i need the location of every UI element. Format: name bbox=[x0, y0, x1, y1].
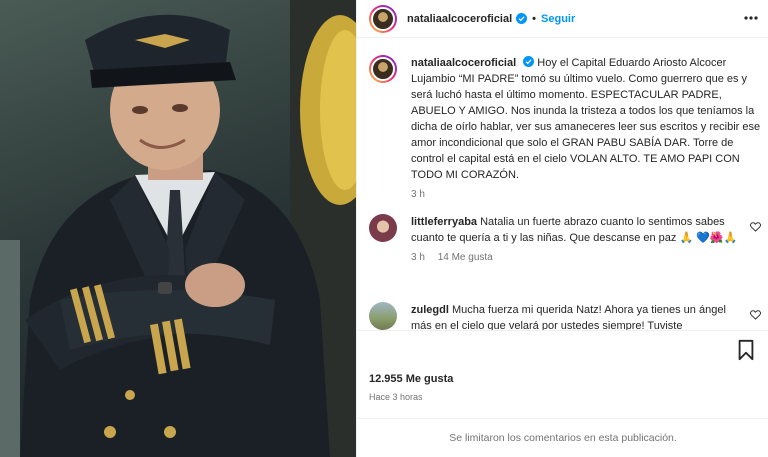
comment-age[interactable]: 3 h bbox=[411, 252, 425, 263]
verified-badge-icon bbox=[523, 56, 535, 67]
comments-disabled-notice: Se limitaron los comentarios en esta pub… bbox=[357, 418, 768, 457]
avatar[interactable] bbox=[369, 4, 397, 33]
more-options-icon[interactable] bbox=[743, 12, 759, 24]
verified-badge-icon bbox=[516, 13, 528, 24]
pilot-photo-illustration bbox=[0, 0, 356, 457]
comment-item: littleferryaba Natalia un fuerte abrazo … bbox=[369, 214, 761, 266]
comments-list[interactable]: nataliaalcoceroficial Hoy el Capital Edu… bbox=[357, 38, 768, 330]
author-username[interactable]: nataliaalcoceroficial bbox=[407, 13, 512, 25]
caption: nataliaalcoceroficial Hoy el Capital Edu… bbox=[369, 55, 761, 203]
comment-meta: 3 h 14 Me gusta bbox=[411, 250, 741, 266]
post-photo[interactable] bbox=[0, 0, 356, 457]
post-details: nataliaalcoceroficial • Seguir nataliaal… bbox=[356, 0, 768, 457]
caption-text: Hoy el Capital Eduardo Ariosto Alcocer L… bbox=[411, 57, 761, 181]
caption-age[interactable]: 3 h bbox=[411, 189, 425, 200]
avatar[interactable] bbox=[369, 214, 397, 242]
post-modal: nataliaalcoceroficial • Seguir nataliaal… bbox=[0, 0, 768, 457]
separator-dot: • bbox=[532, 12, 537, 25]
comment-item: zulegdl Mucha fuerza mi querida Natz! Ah… bbox=[369, 302, 761, 330]
like-count[interactable]: 12.955 Me gusta bbox=[369, 373, 453, 385]
comment-username[interactable]: zulegdl bbox=[411, 304, 449, 316]
post-header: nataliaalcoceroficial • Seguir bbox=[357, 0, 768, 38]
post-timestamp[interactable]: Hace 3 horas bbox=[369, 392, 423, 402]
caption-username[interactable]: nataliaalcoceroficial bbox=[411, 57, 516, 69]
like-comment-icon[interactable] bbox=[750, 310, 761, 320]
avatar[interactable] bbox=[369, 55, 397, 83]
like-comment-icon[interactable] bbox=[750, 222, 761, 232]
bookmark-icon[interactable] bbox=[735, 339, 757, 361]
avatar[interactable] bbox=[369, 302, 397, 330]
comment-text: Mucha fuerza mi querida Natz! Ahora ya t… bbox=[411, 304, 726, 330]
comment-username[interactable]: littleferryaba bbox=[411, 216, 477, 228]
comment-likes[interactable]: 14 Me gusta bbox=[438, 252, 493, 263]
caption-meta: 3 h bbox=[411, 187, 761, 203]
follow-button[interactable]: Seguir bbox=[541, 13, 575, 25]
